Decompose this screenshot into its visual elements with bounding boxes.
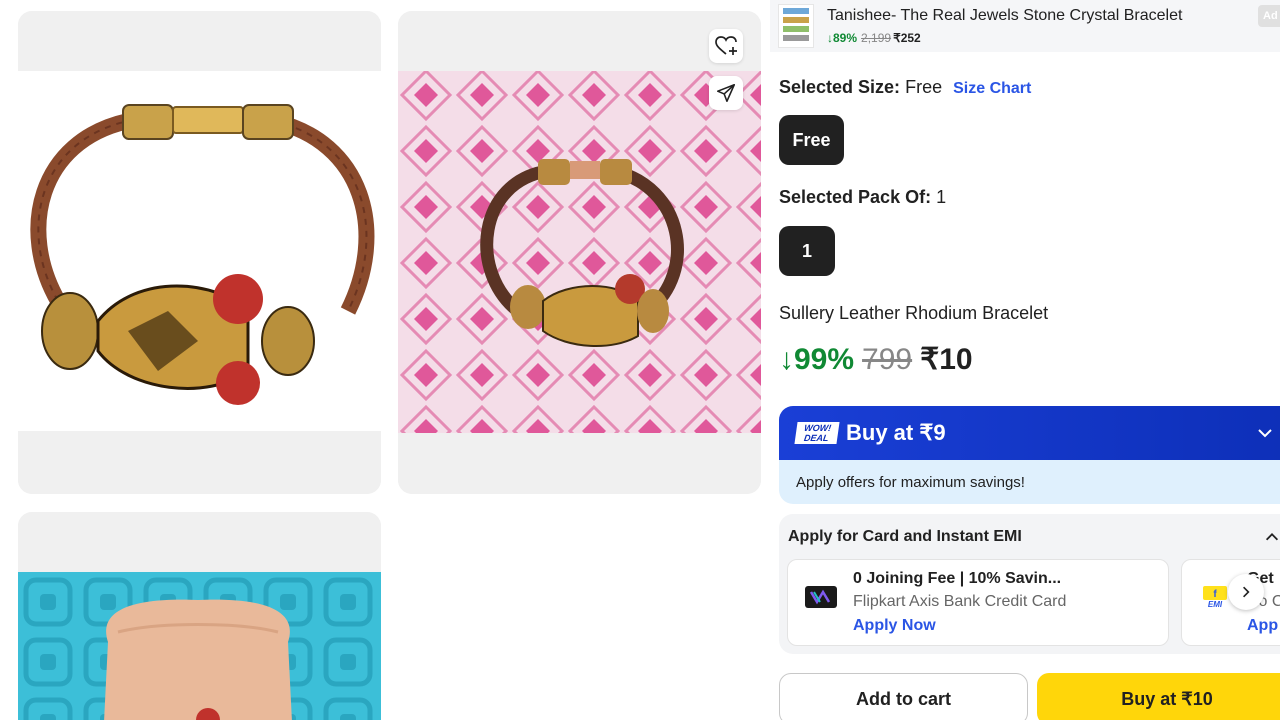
sticky-product-thumbnail — [778, 4, 814, 48]
selected-size-label: Selected Size: — [779, 77, 901, 97]
selected-pack-row: Selected Pack Of: 1 — [779, 187, 946, 208]
bracelet-thumbnail-image — [783, 8, 809, 41]
sticky-product-bar[interactable]: Tanishee- The Real Jewels Stone Crystal … — [770, 0, 1280, 52]
add-to-cart-button[interactable]: Add to cart — [779, 673, 1028, 720]
selected-pack-label: Selected Pack Of: — [779, 187, 932, 207]
share-button[interactable] — [709, 76, 743, 110]
product-price-row: ↓99% 799 ₹10 — [779, 342, 973, 377]
offer-subtitle: Flipkart Axis Bank Credit Card — [853, 593, 1067, 610]
heart-plus-icon — [715, 36, 737, 55]
chevron-right-icon — [1243, 586, 1250, 598]
share-arrow-icon — [716, 83, 736, 103]
wow-deal-card[interactable]: WOW! DEAL Buy at ₹9 Apply offers for max… — [779, 406, 1280, 504]
product-image-3[interactable] — [18, 512, 381, 720]
offers-next-button[interactable] — [1228, 574, 1264, 610]
bracelet-photo-3 — [18, 512, 381, 720]
card-emi-title: Apply for Card and Instant EMI — [788, 528, 1022, 545]
size-chart-link[interactable]: Size Chart — [953, 80, 1031, 97]
bracelet-photo-2 — [398, 11, 761, 494]
wishlist-button[interactable] — [709, 29, 743, 63]
chevron-up-icon[interactable] — [1263, 528, 1280, 546]
product-title: Sullery Leather Rhodium Bracelet — [779, 303, 1049, 323]
size-option-free[interactable]: Free — [779, 115, 844, 165]
selling-price: ₹10 — [920, 343, 973, 376]
ad-badge: Ad — [1258, 5, 1280, 27]
wow-deal-logo: WOW! DEAL — [794, 422, 840, 444]
chevron-down-icon[interactable] — [1255, 423, 1275, 443]
selected-size-row: Selected Size: Free Size Chart — [779, 77, 1031, 98]
discount-percent: ↓99% — [779, 342, 855, 376]
bracelet-photo-1 — [18, 11, 381, 494]
flipkart-emi-icon: f EMI — [1203, 586, 1227, 608]
wow-deal-subtitle: Apply offers for maximum savings! — [779, 460, 1280, 504]
mrp-price: 799 — [862, 342, 913, 376]
offer-headline: 0 Joining Fee | 10% Savin... — [853, 570, 1062, 587]
apply-link[interactable]: App — [1247, 617, 1278, 635]
sticky-product-title: Tanishee- The Real Jewels Stone Crystal … — [827, 7, 1183, 24]
sticky-selling-price: ₹252 — [893, 31, 921, 45]
wow-deal-title: Buy at ₹9 — [846, 420, 946, 445]
offer-card-axis[interactable]: 0 Joining Fee | 10% Savin... Flipkart Ax… — [787, 559, 1169, 646]
sticky-product-price: ↓89% 2,199 ₹252 — [827, 31, 921, 45]
pack-option-1[interactable]: 1 — [779, 226, 835, 276]
wow-deal-header[interactable]: WOW! DEAL Buy at ₹9 — [779, 406, 1280, 460]
card-emi-section: Apply for Card and Instant EMI 0 Joining… — [779, 514, 1280, 654]
sticky-mrp: 2,199 — [861, 31, 892, 45]
selected-size-value: Free — [905, 77, 943, 97]
selected-pack-value: 1 — [936, 187, 947, 207]
apply-now-link[interactable]: Apply Now — [853, 617, 936, 635]
product-image-1[interactable] — [18, 11, 381, 494]
svg-text:EMI: EMI — [1208, 600, 1223, 608]
buy-now-button[interactable]: Buy at ₹10 — [1037, 673, 1280, 720]
credit-card-icon — [805, 586, 837, 608]
sticky-discount: ↓89% — [827, 31, 858, 45]
product-page: Tanishee- The Real Jewels Stone Crystal … — [0, 0, 1280, 720]
product-image-2[interactable] — [398, 11, 761, 494]
